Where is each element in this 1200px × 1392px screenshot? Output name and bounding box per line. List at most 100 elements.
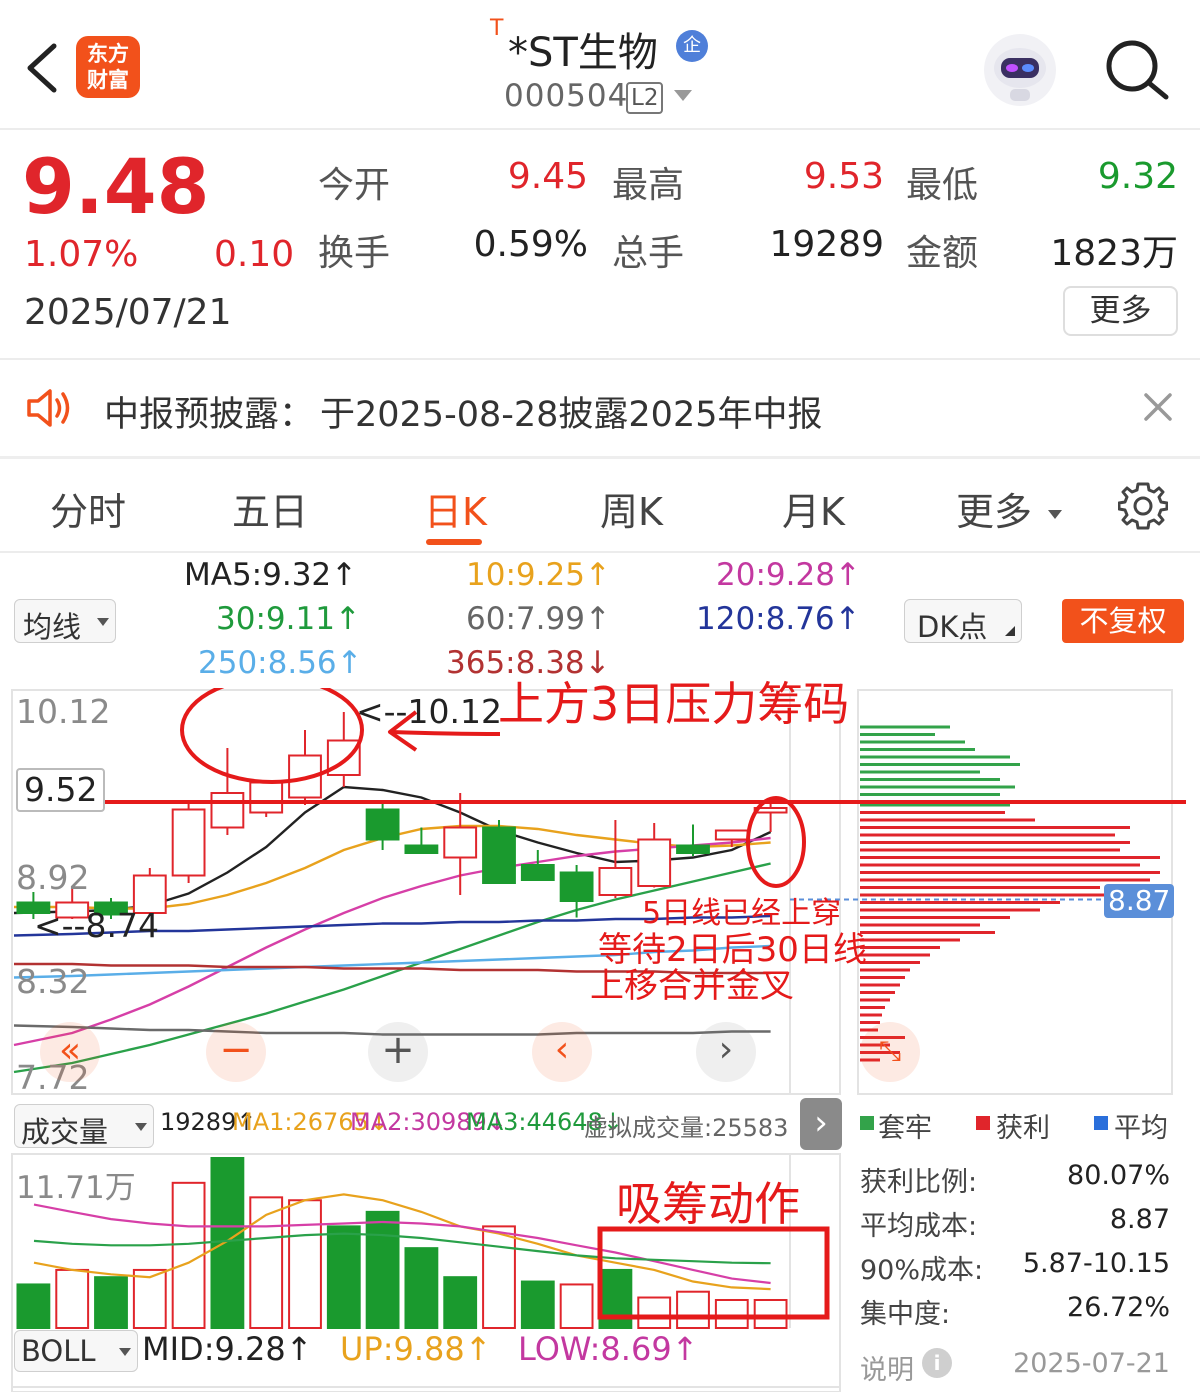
ma5-label: MA5:9.32↑ [184, 557, 358, 593]
notice-bar[interactable]: 中报预披露： 于2025-08-28披露2025年中报 [0, 360, 1200, 456]
speaker-icon [27, 389, 70, 427]
search-icon[interactable] [1104, 38, 1170, 100]
volume-selector-label: 成交量 [21, 1115, 109, 1149]
volume-bar [443, 1276, 478, 1329]
ma-selector[interactable]: 均线 [14, 599, 116, 644]
candle [676, 824, 710, 856]
candle-body [676, 844, 710, 854]
price-tick-mid: 8.92 [16, 858, 90, 897]
gear-icon[interactable] [1118, 481, 1168, 531]
chevron-right-icon[interactable]: › [800, 1098, 842, 1150]
pressure-arrow [391, 730, 501, 736]
legend-trapped-label: 套牢 [878, 1113, 932, 1144]
chip-label-90-cost: 90%成本: [860, 1255, 984, 1286]
step-forward-button[interactable]: › [696, 1022, 756, 1082]
chip-expand-button[interactable]: ⤡ [860, 1022, 920, 1082]
adjust-button[interactable]: 不复权 [1062, 599, 1184, 643]
tab-daily-k[interactable]: 日K [424, 481, 487, 536]
legend-trapped-swatch [860, 1116, 874, 1130]
more-button[interactable]: 更多 [1063, 286, 1178, 336]
price-tick-low: 8.32 [16, 962, 90, 1001]
zoom-in-button[interactable]: + [368, 1022, 428, 1082]
boll-low: LOW:8.69↑ [518, 1330, 699, 1368]
volume-bar [753, 1298, 788, 1330]
tab-five-day[interactable]: 五日 [232, 481, 308, 536]
brand-logo[interactable]: 东方 财富 [76, 36, 140, 98]
volume-bar [365, 1210, 400, 1329]
candle [365, 802, 400, 850]
boll-selector[interactable]: BOLL [14, 1330, 138, 1372]
candle [637, 823, 672, 888]
notice-label: 中报预披露： [104, 395, 315, 435]
stat-label-high: 最高 [612, 165, 685, 206]
rewind-button[interactable]: « [40, 1022, 100, 1082]
tab-more[interactable]: 更多 [956, 481, 1063, 536]
legend-average-swatch [1094, 1116, 1108, 1130]
volume-bar [94, 1276, 128, 1329]
ma250-label: 250:8.56↑ [198, 645, 363, 681]
boll-selector-label: BOLL [21, 1334, 96, 1368]
candle-body [598, 867, 633, 896]
volume-bar [249, 1196, 284, 1329]
caret-down-icon [1048, 509, 1063, 519]
volume-selector[interactable]: 成交量 [14, 1104, 154, 1149]
price-tick-top: 10.12 [16, 692, 111, 731]
change-amount: 0.10 [214, 234, 295, 275]
candle-body [714, 829, 749, 841]
caret-down-icon[interactable] [674, 90, 692, 102]
chip-note[interactable]: 说明 i 2025-07-21 [858, 1346, 1174, 1386]
price-tick-pressure: 9.52 [16, 768, 106, 812]
chip-value-concentration: 26.72% [1067, 1292, 1170, 1323]
min-price-marker: <--8.74 [34, 906, 159, 945]
dk-point-button[interactable]: DK点 [904, 599, 1022, 644]
tab-more-label: 更多 [956, 490, 1033, 534]
level-badge: L2 [626, 82, 664, 114]
stat-value-turnover: 0.59% [473, 224, 588, 265]
candle-body [637, 838, 672, 887]
corner-triangle-icon [1005, 626, 1015, 636]
chevron-left-icon[interactable] [24, 42, 58, 94]
quote-panel: 9.48 1.07% 0.10 2025/07/21 今开 9.45 最高 9.… [0, 130, 1200, 358]
candle [559, 865, 594, 918]
volume-bar [55, 1268, 90, 1330]
tab-intraday[interactable]: 分时 [50, 481, 126, 536]
stat-label-turnover: 换手 [318, 233, 391, 274]
stat-label-volume: 总手 [612, 233, 685, 274]
stat-value-open: 9.45 [507, 156, 588, 197]
stat-value-volume: 19289 [769, 224, 884, 265]
caret-down-icon [119, 1348, 131, 1356]
accumulation-box [597, 1226, 830, 1320]
volume-bar [326, 1225, 361, 1329]
close-icon[interactable] [1143, 392, 1173, 422]
avg-cost-tag: 8.87 [1104, 884, 1175, 918]
stat-label-low: 最低 [906, 165, 979, 206]
volume-bar [676, 1290, 710, 1330]
tab-monthly-k[interactable]: 月K [782, 481, 845, 536]
volume-bar [520, 1280, 555, 1330]
ma120-label: 120:8.76↑ [696, 601, 861, 637]
volume-bar [16, 1283, 51, 1330]
avatar[interactable] [984, 34, 1056, 106]
ma60-label: 60:7.99↑ [466, 601, 611, 637]
stat-value-low: 9.32 [1097, 156, 1178, 197]
candle-body [365, 808, 400, 841]
chip-stats: 获利比例: 80.07% 平均成本: 8.87 90%成本: 5.87-10.1… [858, 1158, 1174, 1338]
legend-average-label: 平均 [1114, 1113, 1168, 1144]
volume-bar [404, 1247, 439, 1329]
zoom-out-button[interactable]: − [206, 1022, 266, 1082]
period-tabs: 分时 五日 日K 周K 月K 更多 [0, 459, 1200, 551]
chip-value-avg-cost: 8.87 [1109, 1204, 1170, 1235]
stock-code: 000504 [504, 78, 629, 114]
chip-note-label: 说明 [860, 1355, 914, 1386]
ma30-label: 30:9.11↑ [216, 601, 361, 637]
legend-profit-label: 获利 [996, 1113, 1050, 1144]
volume-bar [210, 1157, 245, 1329]
step-back-button[interactable]: ‹ [532, 1022, 592, 1082]
tab-weekly-k[interactable]: 周K [600, 481, 663, 536]
notice-text: 于2025-08-28披露2025年中报 [320, 395, 823, 435]
candle-body [249, 781, 284, 814]
candle-body [482, 826, 516, 884]
ma-selector-label: 均线 [23, 610, 82, 644]
caret-down-icon [135, 1123, 147, 1131]
tab-active-underline [426, 539, 482, 545]
